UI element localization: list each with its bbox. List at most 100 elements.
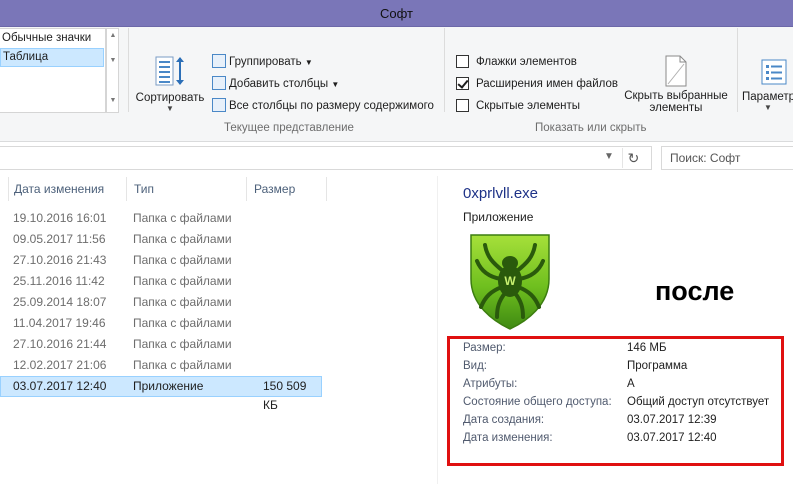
row-size: 150 509 КБ bbox=[263, 379, 307, 412]
detail-label: Вид: bbox=[463, 360, 487, 372]
layout-list: Обычные значки Таблица bbox=[0, 28, 106, 113]
row-type: Папка с файлами bbox=[133, 232, 232, 246]
detail-value: 03.07.2017 12:39 bbox=[627, 414, 717, 426]
detail-label: Дата изменения: bbox=[463, 432, 553, 444]
row-date: 09.05.2017 11:56 bbox=[13, 232, 106, 246]
add-columns-icon bbox=[212, 76, 226, 90]
preview-filetype: Приложение bbox=[463, 210, 534, 224]
address-history-dropdown-icon[interactable]: ▼ bbox=[604, 151, 614, 162]
preview-filename: 0xprlvll.exe bbox=[463, 185, 539, 202]
column-divider[interactable] bbox=[246, 177, 247, 201]
row-type: Папка с файлами bbox=[133, 211, 232, 225]
column-header-size[interactable]: Размер bbox=[254, 182, 295, 198]
row-type: Папка с файлами bbox=[133, 358, 232, 372]
current-view-group-label: Текущее представление bbox=[224, 122, 354, 134]
row-type: Папка с файлами bbox=[133, 253, 232, 267]
column-header-date[interactable]: Дата изменения bbox=[14, 182, 104, 198]
address-bar: ▼ ↻ Поиск: Софт bbox=[0, 146, 793, 172]
layout-item-details[interactable]: Таблица bbox=[0, 48, 104, 67]
hidden-items-toggle[interactable]: Скрытые элементы bbox=[456, 96, 580, 116]
hide-selected-icon bbox=[665, 55, 687, 87]
detail-value: Общий доступ отсутствует bbox=[627, 396, 770, 408]
table-row[interactable]: 25.11.2016 11:42 Папка с файлами bbox=[0, 271, 322, 292]
group-by-label: Группировать bbox=[229, 56, 302, 68]
sort-button[interactable]: Сортировать ▼ bbox=[133, 55, 207, 113]
row-date: 11.04.2017 19:46 bbox=[13, 316, 106, 330]
row-date: 12.02.2017 21:06 bbox=[13, 358, 107, 372]
options-icon bbox=[761, 59, 787, 85]
table-row[interactable]: 12.02.2017 21:06 Папка с файлами bbox=[0, 355, 322, 376]
row-type: Приложение bbox=[133, 379, 204, 393]
row-date: 27.10.2016 21:44 bbox=[13, 337, 107, 351]
ribbon-separator bbox=[128, 28, 129, 112]
options-dropdown-icon: ▼ bbox=[764, 103, 772, 112]
svg-text:W: W bbox=[504, 274, 516, 288]
ribbon-separator bbox=[444, 28, 445, 112]
table-row[interactable]: 09.05.2017 11:56 Папка с файлами bbox=[0, 229, 322, 250]
detail-label: Состояние общего доступа: bbox=[463, 396, 612, 408]
group-by-dropdown-icon: ▼ bbox=[304, 58, 313, 67]
file-extensions-label: Расширения имен файлов bbox=[476, 78, 618, 90]
hidden-items-checkbox[interactable] bbox=[456, 99, 469, 112]
search-input[interactable]: Поиск: Софт bbox=[661, 146, 793, 170]
options-button[interactable]: Параметр ▼ bbox=[742, 58, 793, 112]
options-label: Параметр bbox=[742, 91, 793, 103]
fit-columns-button[interactable]: Все столбцы по размеру содержимого bbox=[212, 96, 434, 116]
file-extensions-checkbox[interactable] bbox=[456, 77, 469, 90]
row-date: 25.11.2016 11:42 bbox=[13, 274, 105, 288]
title-bar: Софт bbox=[0, 0, 793, 27]
table-row[interactable]: 27.10.2016 21:43 Папка с файлами bbox=[0, 250, 322, 271]
fit-columns-label: Все столбцы по размеру содержимого bbox=[229, 100, 434, 112]
sort-label: Сортировать bbox=[135, 92, 205, 104]
table-row[interactable]: 11.04.2017 19:46 Папка с файлами bbox=[0, 313, 322, 334]
column-divider[interactable] bbox=[8, 177, 9, 201]
address-field[interactable]: ▼ ↻ bbox=[0, 146, 652, 170]
column-divider[interactable] bbox=[326, 177, 327, 201]
table-row[interactable]: 19.10.2016 16:01 Папка с файлами bbox=[0, 208, 322, 229]
scroll-up-icon[interactable]: ▲ bbox=[108, 32, 118, 39]
table-row[interactable]: 27.10.2016 21:44 Папка с файлами bbox=[0, 334, 322, 355]
detail-label: Размер: bbox=[463, 342, 506, 354]
add-columns-button[interactable]: Добавить столбцы ▼ bbox=[212, 74, 339, 94]
row-date: 25.09.2014 18:07 bbox=[13, 295, 107, 309]
drweb-spider-logo: W bbox=[470, 234, 550, 330]
show-hide-group-label: Показать или скрыть bbox=[535, 122, 647, 134]
file-extensions-toggle[interactable]: Расширения имен файлов bbox=[456, 74, 618, 94]
row-date: 03.07.2017 12:40 bbox=[13, 379, 107, 393]
detail-label: Атрибуты: bbox=[463, 378, 518, 390]
row-type: Папка с файлами bbox=[133, 295, 232, 309]
table-row[interactable]: 25.09.2014 18:07 Папка с файлами bbox=[0, 292, 322, 313]
table-row-selected[interactable]: 03.07.2017 12:40 Приложение 150 509 КБ bbox=[0, 376, 322, 412]
add-columns-dropdown-icon: ▼ bbox=[331, 80, 340, 89]
hide-selected-label-1: Скрыть выбранные bbox=[624, 90, 728, 102]
item-checkboxes-checkbox[interactable] bbox=[456, 55, 469, 68]
row-type: Папка с файлами bbox=[133, 316, 232, 330]
group-by-button[interactable]: Группировать ▼ bbox=[212, 52, 313, 72]
scroll-down-icon[interactable]: ▼ bbox=[108, 57, 118, 64]
gallery-expand-icon[interactable]: ▼ bbox=[108, 97, 118, 104]
row-date: 19.10.2016 16:01 bbox=[13, 211, 107, 225]
row-date: 27.10.2016 21:43 bbox=[13, 253, 107, 267]
layout-item-medium-icons[interactable]: Обычные значки bbox=[0, 29, 104, 48]
fit-columns-icon bbox=[212, 98, 226, 112]
layout-scroll[interactable]: ▲ ▼ ▼ bbox=[106, 28, 119, 113]
add-columns-label: Добавить столбцы bbox=[229, 78, 329, 90]
sort-icon bbox=[155, 56, 184, 86]
column-divider[interactable] bbox=[126, 177, 127, 201]
window-title: Софт bbox=[380, 6, 413, 21]
hidden-items-label: Скрытые элементы bbox=[476, 100, 581, 112]
hide-selected-label-2: элементы bbox=[649, 102, 703, 114]
item-checkboxes-toggle[interactable]: Флажки элементов bbox=[456, 52, 577, 72]
detail-value: 03.07.2017 12:40 bbox=[627, 432, 717, 444]
refresh-icon[interactable]: ↻ bbox=[622, 148, 644, 168]
hide-selected-button[interactable]: Скрыть выбранные элементы bbox=[620, 55, 732, 114]
ribbon-separator bbox=[737, 28, 738, 112]
annotation-label: после bbox=[655, 276, 735, 306]
group-by-icon bbox=[212, 54, 226, 68]
layout-gallery: Обычные значки Таблица ▲ ▼ ▼ bbox=[0, 28, 119, 114]
detail-value: A bbox=[627, 378, 635, 390]
detail-value: Программа bbox=[627, 360, 688, 372]
column-header-type[interactable]: Тип bbox=[134, 182, 154, 198]
detail-value: 146 МБ bbox=[627, 342, 667, 354]
sort-dropdown-icon: ▼ bbox=[166, 104, 174, 113]
